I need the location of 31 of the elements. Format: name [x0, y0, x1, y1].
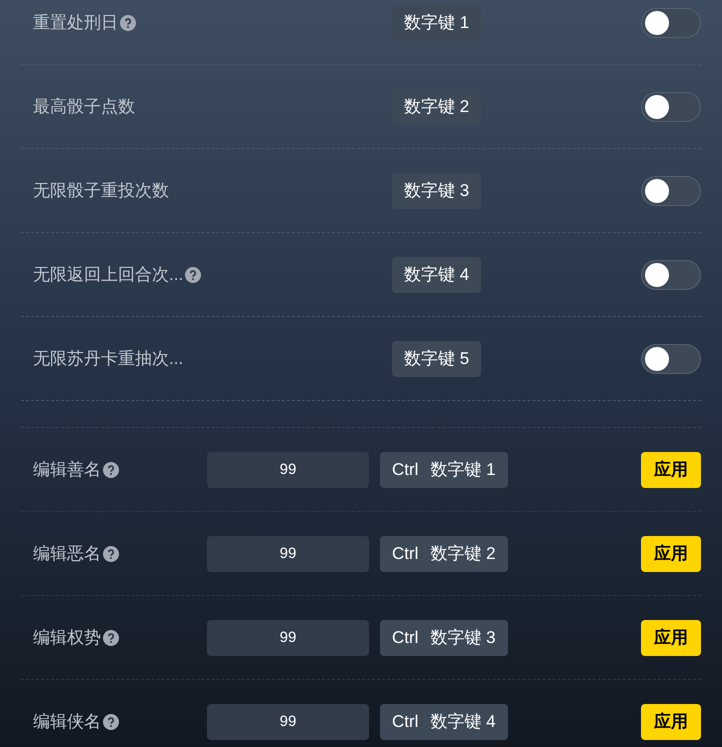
- hotkey-chip: 数字键 3: [392, 172, 482, 208]
- apply-button[interactable]: 应用: [641, 620, 701, 656]
- hotkey-chip: Ctrl 数字键 3: [380, 620, 508, 656]
- value-input[interactable]: 99: [207, 452, 369, 488]
- setting-label: 无限返回上回合次...: [33, 264, 184, 286]
- hotkey-chip: 数字键 5: [392, 340, 482, 376]
- apply-button[interactable]: 应用: [641, 704, 701, 740]
- apply-button[interactable]: 应用: [641, 536, 701, 572]
- toggle-switch[interactable]: [641, 8, 701, 38]
- setting-label: 无限骰子重投次数: [33, 180, 169, 202]
- setting-label: 编辑善名: [33, 458, 101, 481]
- setting-label: 编辑恶名: [33, 542, 101, 565]
- setting-label: 编辑侠名: [33, 710, 101, 733]
- value-input[interactable]: 99: [207, 536, 369, 572]
- value-input[interactable]: 99: [207, 620, 369, 656]
- hotkey-chip: Ctrl 数字键 4: [380, 704, 508, 740]
- hotkey-chip: Ctrl 数字键 1: [380, 452, 508, 488]
- setting-label: 无限苏丹卡重抽次...: [33, 348, 184, 370]
- setting-label: 重置处刑日: [33, 12, 118, 34]
- toggle-switch[interactable]: [641, 344, 701, 374]
- hotkey-chip: 数字键 4: [392, 256, 482, 292]
- setting-label: 编辑权势: [33, 626, 101, 649]
- hotkey-chip: 数字键 1: [392, 4, 482, 40]
- apply-button[interactable]: 应用: [641, 452, 701, 488]
- value-input[interactable]: 99: [207, 704, 369, 740]
- toggle-switch[interactable]: [641, 260, 701, 290]
- toggle-switch[interactable]: [641, 92, 701, 122]
- hotkey-chip: 数字键 2: [392, 88, 482, 124]
- toggle-switch[interactable]: [641, 176, 701, 206]
- hotkey-chip: Ctrl 数字键 2: [380, 536, 508, 572]
- setting-label: 最高骰子点数: [33, 96, 135, 118]
